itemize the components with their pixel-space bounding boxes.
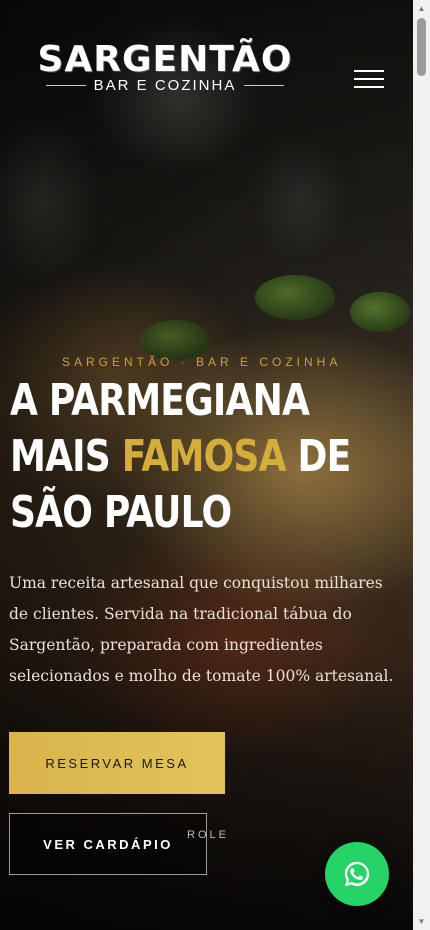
logo-divider-left bbox=[45, 85, 86, 86]
scroll-up-arrow-icon[interactable]: ▲ bbox=[413, 0, 430, 17]
scroll-hint: ROLE bbox=[187, 829, 229, 841]
hero-description: Uma receita artesanal que conquistou mil… bbox=[9, 574, 394, 685]
hero-headline: A PARMEGIANA MAIS FAMOSA DE SÃO PAULO bbox=[10, 373, 351, 541]
menu-bar bbox=[354, 78, 384, 80]
headline-line-2b: DE bbox=[285, 431, 351, 482]
hero-section: SARGENTÃO BAR E COZINHA SARGENTÃO · BAR … bbox=[0, 0, 413, 930]
reserve-table-button[interactable]: RESERVAR MESA bbox=[9, 732, 225, 794]
whatsapp-icon bbox=[344, 861, 370, 887]
scroll-down-arrow-icon[interactable]: ▼ bbox=[413, 913, 430, 930]
headline-line-1: A PARMEGIANA bbox=[10, 375, 310, 426]
headline-line-2a: MAIS bbox=[10, 431, 122, 482]
page-scrollbar[interactable]: ▲ ▼ bbox=[413, 0, 430, 930]
view-menu-button[interactable]: VER CARDÁPIO bbox=[9, 813, 207, 875]
hero-eyebrow: SARGENTÃO · BAR E COZINHA bbox=[62, 355, 342, 369]
menu-bar bbox=[354, 70, 384, 72]
menu-bar bbox=[354, 86, 384, 88]
headline-line-3: SÃO PAULO bbox=[10, 487, 232, 538]
scrollbar-thumb[interactable] bbox=[417, 18, 426, 76]
whatsapp-button[interactable] bbox=[325, 842, 389, 906]
brand-logo[interactable]: SARGENTÃO BAR E COZINHA bbox=[32, 39, 298, 95]
logo-divider-right bbox=[244, 85, 285, 86]
logo-title: SARGENTÃO bbox=[37, 39, 293, 80]
headline-highlight: FAMOSA bbox=[121, 431, 287, 482]
hamburger-menu-icon[interactable] bbox=[354, 70, 384, 90]
logo-subtitle: BAR E COZINHA bbox=[93, 77, 237, 94]
